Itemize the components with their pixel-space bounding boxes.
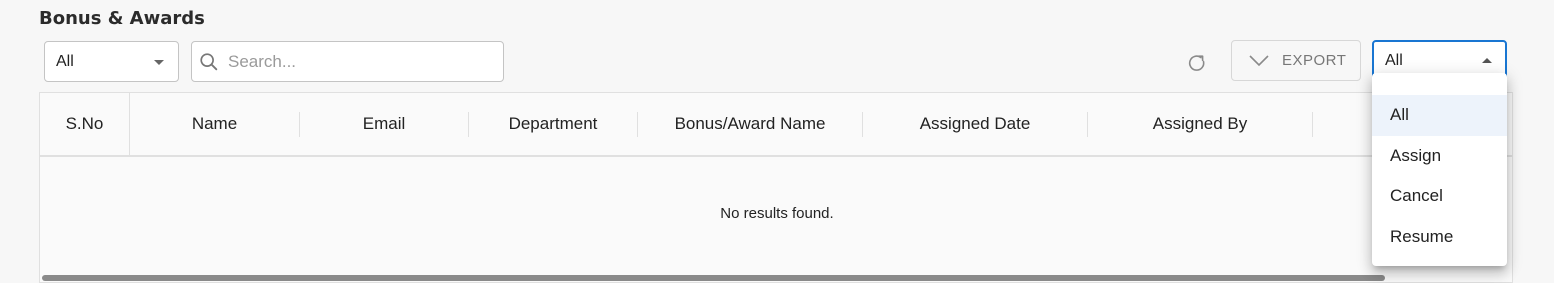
search-input[interactable] bbox=[228, 50, 488, 74]
column-header-assigned-by[interactable]: Assigned By bbox=[1088, 93, 1312, 155]
column-header-name[interactable]: Name bbox=[130, 93, 299, 155]
column-header-department[interactable]: Department bbox=[469, 93, 637, 155]
column-divider bbox=[1312, 112, 1313, 137]
refresh-icon[interactable] bbox=[1185, 51, 1209, 75]
bonus-awards-table: S.No Name Email Department Bonus/Award N… bbox=[39, 92, 1513, 283]
export-button[interactable]: EXPORT bbox=[1231, 40, 1361, 81]
filter-select-left-value: All bbox=[56, 52, 74, 70]
menu-option-assign[interactable]: Assign bbox=[1372, 136, 1507, 177]
menu-option-resume[interactable]: Resume bbox=[1372, 217, 1507, 258]
chevron-down-icon bbox=[1249, 54, 1269, 66]
status-filter-menu: All Assign Cancel Resume bbox=[1372, 73, 1507, 266]
column-header-email[interactable]: Email bbox=[300, 93, 468, 155]
search-icon bbox=[200, 53, 218, 71]
search-box[interactable] bbox=[191, 41, 504, 82]
page-title: Bonus & Awards bbox=[39, 8, 205, 29]
arrow-drop-up-icon bbox=[1482, 58, 1492, 63]
export-label: EXPORT bbox=[1282, 52, 1347, 69]
menu-option-cancel[interactable]: Cancel bbox=[1372, 176, 1507, 217]
status-filter-value: All bbox=[1385, 51, 1403, 69]
column-header-bonus-award-name[interactable]: Bonus/Award Name bbox=[638, 93, 862, 155]
horizontal-scrollbar[interactable] bbox=[42, 275, 1385, 281]
filter-select-left[interactable]: All bbox=[44, 41, 179, 82]
bonus-awards-page: Bonus & Awards All EXPORT S.No Name Emai… bbox=[0, 0, 1554, 283]
arrow-drop-down-icon bbox=[154, 60, 164, 65]
empty-state-message: No results found. bbox=[720, 205, 834, 222]
column-header-sno[interactable]: S.No bbox=[40, 93, 129, 155]
table-header: S.No Name Email Department Bonus/Award N… bbox=[40, 93, 1512, 157]
menu-option-all[interactable]: All bbox=[1372, 95, 1507, 136]
column-header-assigned-date[interactable]: Assigned Date bbox=[863, 93, 1087, 155]
